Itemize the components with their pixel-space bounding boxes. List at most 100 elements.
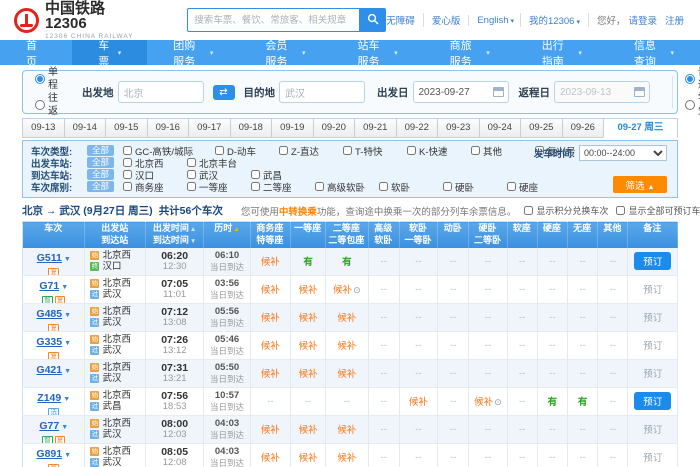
date-tab[interactable]: 09-16 (147, 118, 190, 138)
seat-cell[interactable]: --⊙ (537, 415, 567, 443)
date-tab[interactable]: 09-19 (271, 118, 314, 138)
nav-item[interactable]: 站车服务 ▾ (331, 40, 423, 65)
seat-cell[interactable]: --⊙ (438, 443, 469, 467)
seat-cell[interactable]: 候补⊙ (250, 415, 290, 443)
seat-cell[interactable]: --⊙ (537, 303, 567, 331)
column-header[interactable]: 出发时间▲ 到达时间▼ (145, 222, 203, 248)
seat-cell[interactable]: --⊙ (399, 443, 437, 467)
date-tab[interactable]: 09-20 (313, 118, 356, 138)
train-number-link[interactable]: G485 (36, 308, 62, 320)
filter-option[interactable]: 高级软卧 (315, 180, 379, 194)
column-header[interactable]: 软卧 一等卧 (399, 222, 437, 248)
chevron-down-icon[interactable]: ▼ (64, 256, 71, 263)
chevron-down-icon[interactable]: ▼ (64, 312, 71, 319)
train-number-link[interactable]: G421 (36, 364, 62, 376)
filter-option[interactable]: K-快速 (407, 144, 471, 158)
date-tab[interactable]: 09-13 (22, 118, 65, 138)
bookable-checkbox[interactable] (616, 206, 625, 215)
calendar-icon[interactable] (634, 87, 645, 97)
seat-cell[interactable]: --⊙ (537, 275, 567, 303)
filter-option[interactable]: 其他 (471, 144, 535, 158)
nav-item[interactable]: 信息查询 ▾ (608, 40, 700, 65)
seat-cell[interactable]: --⊙ (507, 387, 537, 415)
seat-cell[interactable]: 候补⊙ (291, 331, 326, 359)
filter-option-checkbox[interactable] (123, 170, 132, 179)
seat-cell[interactable]: --⊙ (507, 443, 537, 467)
seat-cell[interactable]: --⊙ (438, 275, 469, 303)
column-header[interactable]: 其他 (598, 222, 628, 248)
seat-cell[interactable]: 有⊙ (291, 248, 326, 276)
seat-cell[interactable]: 候补⊙ (291, 415, 326, 443)
seat-cell[interactable]: --⊙ (368, 415, 399, 443)
date-tab[interactable]: 09-26 (562, 118, 605, 138)
seat-cell[interactable]: 候补⊙ (291, 359, 326, 387)
seat-cell[interactable]: --⊙ (399, 331, 437, 359)
filter-option-checkbox[interactable] (407, 146, 416, 155)
filter-option-checkbox[interactable] (251, 182, 260, 191)
seat-cell[interactable]: --⊙ (291, 387, 326, 415)
passenger-type-option[interactable]: 学生 (685, 92, 700, 118)
filter-option-checkbox[interactable] (251, 170, 260, 179)
train-number-link[interactable]: G511 (37, 252, 62, 264)
nav-item[interactable]: 团购服务 ▾ (147, 40, 239, 65)
top-link[interactable]: 注册 (665, 13, 686, 27)
seat-cell[interactable]: 候补⊙ (469, 387, 507, 415)
column-header[interactable]: 无座 (568, 222, 598, 248)
column-header[interactable]: 高级 软卧 (368, 222, 399, 248)
filter-option-checkbox[interactable] (315, 182, 324, 191)
filter-option[interactable]: 软卧 (379, 180, 443, 194)
filter-button[interactable]: 筛选▲ (613, 176, 667, 193)
train-number-link[interactable]: G77 (39, 420, 59, 432)
seat-cell[interactable]: --⊙ (598, 303, 628, 331)
trip-type-option[interactable]: 单程 (35, 66, 58, 92)
seat-cell[interactable]: --⊙ (399, 275, 437, 303)
filter-option[interactable]: T-特快 (343, 144, 407, 158)
passenger-type-radio[interactable] (685, 100, 695, 110)
seat-cell[interactable]: --⊙ (469, 331, 507, 359)
seat-cell[interactable]: --⊙ (469, 275, 507, 303)
nav-item[interactable]: 出行指南 ▾ (516, 40, 608, 65)
seat-cell[interactable]: --⊙ (399, 415, 437, 443)
chevron-down-icon[interactable]: ▼ (61, 424, 68, 431)
nav-item[interactable]: 车票 ▾ (72, 40, 147, 65)
filter-option-checkbox[interactable] (215, 146, 224, 155)
column-header[interactable]: 历时▲ (204, 222, 250, 248)
seat-cell[interactable]: 候补⊙ (326, 331, 368, 359)
date-tab[interactable]: 09-24 (479, 118, 522, 138)
passenger-type-radio[interactable] (685, 74, 695, 84)
top-link[interactable]: English▾ (468, 15, 514, 26)
transfer-link[interactable]: 中转换乘 (279, 207, 317, 218)
book-button[interactable]: 预订 (643, 341, 662, 352)
filter-option-checkbox[interactable] (279, 146, 288, 155)
seat-cell[interactable]: --⊙ (598, 415, 628, 443)
chevron-down-icon[interactable]: ▼ (64, 452, 71, 459)
select-all-button[interactable]: 全部 (87, 181, 114, 192)
filter-option-checkbox[interactable] (187, 158, 196, 167)
chevron-down-icon[interactable]: ▼ (63, 396, 70, 403)
date-tab[interactable]: 09-15 (105, 118, 148, 138)
seat-cell[interactable]: --⊙ (326, 387, 368, 415)
sort-desc-icon[interactable]: ▼ (190, 238, 196, 245)
date-tab[interactable]: 09-25 (520, 118, 563, 138)
filter-option[interactable]: Z-直达 (279, 144, 343, 158)
seat-cell[interactable]: --⊙ (469, 303, 507, 331)
seat-cell[interactable]: --⊙ (598, 248, 628, 276)
filter-option[interactable]: 商务座 (123, 180, 187, 194)
seat-cell[interactable]: 候补⊙ (291, 275, 326, 303)
seat-cell[interactable]: 候补⊙ (326, 443, 368, 467)
seat-cell[interactable]: --⊙ (507, 359, 537, 387)
seat-cell[interactable]: --⊙ (598, 387, 628, 415)
seat-cell[interactable]: 有⊙ (568, 387, 598, 415)
column-header[interactable]: 一等座 (291, 222, 326, 248)
seat-cell[interactable]: --⊙ (438, 331, 469, 359)
book-button[interactable]: 预订 (634, 392, 671, 410)
seat-cell[interactable]: --⊙ (399, 359, 437, 387)
seat-cell[interactable]: --⊙ (368, 359, 399, 387)
column-header[interactable]: 软座 (507, 222, 537, 248)
nav-item[interactable]: 商旅服务 ▾ (424, 40, 516, 65)
select-all-button[interactable]: 全部 (87, 157, 114, 168)
book-button[interactable]: 预订 (643, 313, 662, 324)
seat-cell[interactable]: --⊙ (368, 275, 399, 303)
seat-cell[interactable]: --⊙ (250, 387, 290, 415)
refresh-icon[interactable]: ⊙ (353, 285, 361, 295)
